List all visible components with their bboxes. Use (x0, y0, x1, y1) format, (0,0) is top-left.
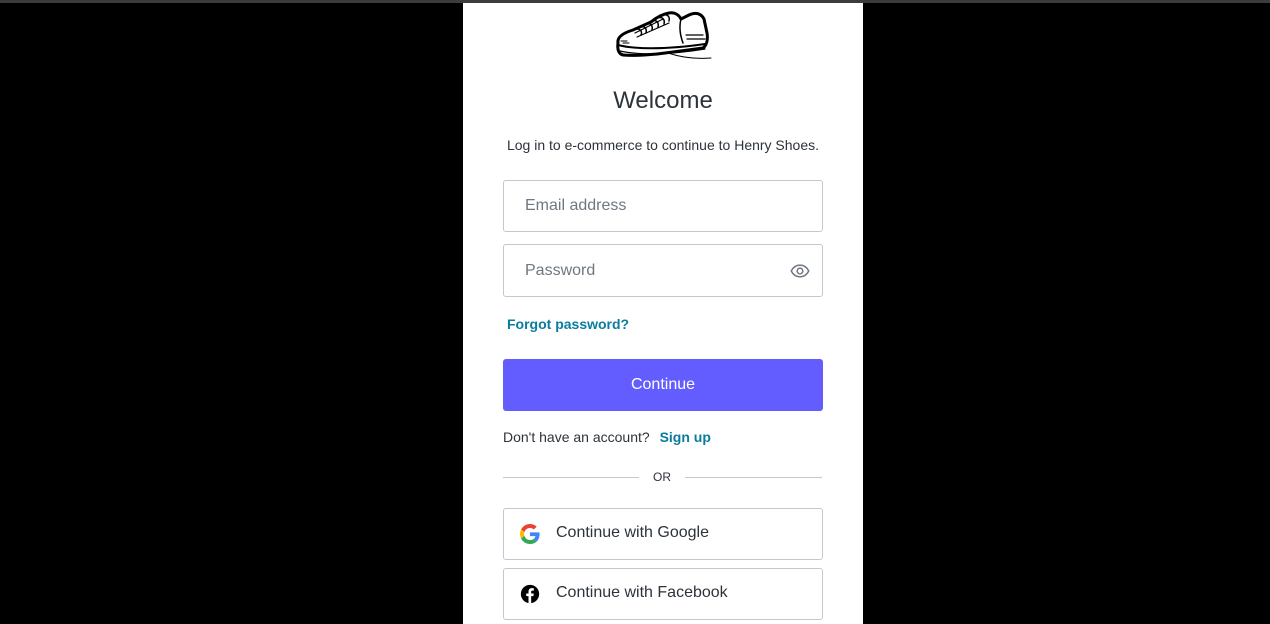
shoe-icon (616, 11, 712, 59)
divider-line-left (503, 477, 639, 478)
signup-link[interactable]: Sign up (660, 429, 711, 445)
page-title: Welcome (613, 87, 713, 114)
email-field-container (503, 180, 823, 232)
signup-row: Don't have an account? Sign up (503, 429, 711, 445)
google-button-label: Continue with Google (556, 524, 709, 541)
facebook-button-label: Continue with Facebook (556, 584, 728, 601)
login-card: Welcome Log in to e-commerce to continue… (463, 3, 863, 624)
continue-button[interactable]: Continue (503, 359, 823, 411)
facebook-icon (520, 584, 540, 604)
signup-prompt: Don't have an account? (503, 429, 650, 445)
page-subtitle: Log in to e-commerce to continue to Henr… (506, 137, 820, 153)
eye-icon[interactable] (790, 261, 810, 281)
google-icon (520, 524, 540, 544)
forgot-password-link[interactable]: Forgot password? (507, 316, 629, 332)
password-field-container (503, 244, 823, 297)
password-input[interactable] (504, 245, 822, 296)
email-input[interactable] (504, 181, 822, 231)
continue-with-facebook-button[interactable]: Continue with Facebook (503, 568, 823, 620)
continue-with-google-button[interactable]: Continue with Google (503, 508, 823, 560)
divider-line-right (685, 477, 822, 478)
divider-or: OR (653, 470, 671, 484)
